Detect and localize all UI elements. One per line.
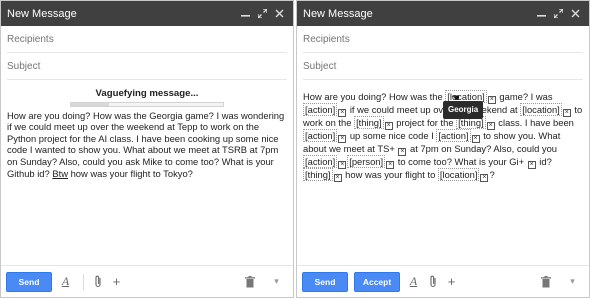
vaguefying-progress-bar [70, 101, 224, 107]
message-text-underlined: Btw [52, 167, 68, 179]
plus-icon[interactable]: + [444, 273, 459, 291]
remove-tag-icon[interactable]: × [471, 135, 480, 143]
remove-tag-icon[interactable]: × [527, 161, 536, 169]
placeholder-tag-action[interactable]: [action] [436, 129, 471, 142]
compose-window-left: New Message Vaguefying message... How ar… [0, 0, 294, 298]
accept-button[interactable]: Accept [354, 271, 400, 292]
placeholder-tag-action[interactable]: [action] [303, 103, 338, 116]
expand-icon[interactable] [255, 6, 270, 21]
placeholder-tag-action[interactable]: [action] [303, 155, 338, 168]
text-segment: game? I was [496, 91, 553, 102]
subject-input[interactable] [303, 60, 583, 72]
trash-icon[interactable] [538, 273, 553, 291]
original-word-tooltip: Georgia [443, 101, 484, 119]
trash-icon[interactable] [242, 273, 257, 291]
remove-tag-icon[interactable]: × [486, 122, 495, 130]
text-segment: How are you doing? How was the [303, 91, 446, 102]
text-segment: ? [489, 169, 495, 180]
compose-title: New Message [303, 7, 373, 20]
message-body[interactable]: How are you doing? How was the [location… [303, 88, 583, 182]
remove-tag-icon[interactable]: × [338, 109, 347, 117]
recipients-field[interactable] [7, 26, 287, 53]
expand-icon[interactable] [551, 6, 566, 21]
send-button[interactable]: Send [302, 271, 348, 292]
paperclip-icon[interactable] [425, 273, 440, 291]
plus-icon[interactable]: + [109, 273, 124, 291]
format-text-icon[interactable]: A [406, 273, 421, 291]
remove-tag-icon[interactable]: × [333, 174, 342, 182]
placeholder-tag-thing[interactable]: [thing] [354, 116, 384, 129]
remove-tag-icon[interactable]: × [398, 148, 407, 156]
send-button[interactable]: Send [6, 271, 52, 292]
vaguefying-status: Vaguefying message... [95, 88, 199, 99]
remove-tag-icon[interactable]: × [487, 96, 496, 104]
text-segment: up some nice code I [347, 130, 437, 141]
close-icon[interactable] [272, 6, 287, 21]
compose-toolbar: Send Accept A + ▾ [297, 265, 589, 297]
placeholder-tag-location[interactable]: [location] [437, 168, 480, 181]
recipients-field[interactable] [303, 26, 583, 53]
remove-tag-icon[interactable]: × [338, 135, 347, 143]
remove-tag-icon[interactable]: × [384, 122, 393, 130]
toolbar-divider [83, 273, 84, 290]
text-segment: project for the [393, 117, 457, 128]
compose-titlebar[interactable]: New Message [297, 1, 589, 26]
recipients-input[interactable] [303, 33, 583, 45]
remove-tag-icon[interactable]: × [480, 174, 489, 182]
compose-window-right: New Message How are you doing? How was t… [296, 0, 590, 298]
message-text-part: how was your flight to Tokyo? [67, 167, 193, 179]
compose-titlebar[interactable]: New Message [1, 1, 293, 26]
subject-field[interactable] [303, 53, 583, 80]
subject-input[interactable] [7, 60, 287, 72]
text-segment: class. I have been [495, 117, 574, 128]
subject-field[interactable] [7, 53, 287, 80]
text-segment: how was your flight to [342, 169, 438, 180]
remove-tag-icon[interactable]: × [562, 109, 571, 117]
text-segment: at 7pm on Sunday? Also, could you [407, 143, 557, 154]
minimize-icon[interactable] [238, 6, 253, 21]
more-options-icon[interactable]: ▾ [565, 273, 580, 291]
compose-toolbar: Send A + ▾ [1, 265, 293, 297]
placeholder-tag-thing[interactable]: [thing] [303, 168, 333, 181]
message-text[interactable]: How are you doing? How was the Georgia g… [7, 110, 287, 180]
remove-tag-icon[interactable]: × [338, 161, 347, 169]
placeholder-tag-action[interactable]: [action] [303, 129, 338, 142]
paperclip-icon[interactable] [90, 273, 105, 291]
placeholder-tag-location[interactable]: [location] [520, 103, 562, 116]
compose-title: New Message [7, 7, 77, 20]
message-body[interactable]: Vaguefying message... How are you doing?… [7, 81, 287, 179]
minimize-icon[interactable] [534, 6, 549, 21]
close-icon[interactable] [568, 6, 583, 21]
text-segment: id? [536, 156, 552, 167]
format-text-icon[interactable]: A [58, 273, 73, 291]
more-options-icon[interactable]: ▾ [269, 273, 284, 291]
text-segment: to come too? What is your Gi+ [395, 156, 527, 167]
text-segment: if we could meet up over the weekend at [347, 104, 521, 115]
progress-fill [71, 102, 109, 106]
remove-tag-icon[interactable]: × [386, 161, 395, 169]
placeholder-tag-person[interactable]: [person] [347, 155, 386, 168]
recipients-input[interactable] [7, 33, 287, 45]
